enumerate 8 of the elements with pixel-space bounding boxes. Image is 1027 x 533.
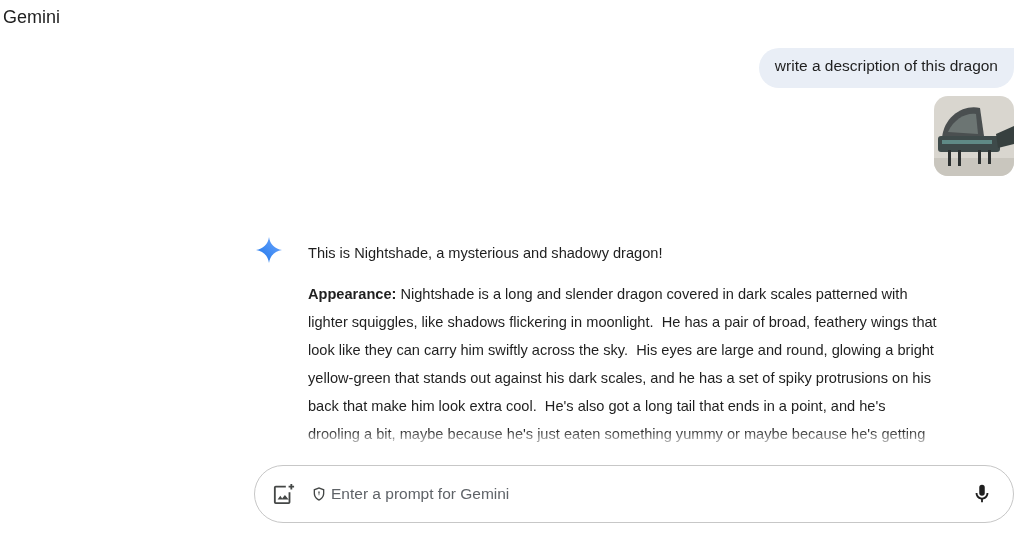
app-title: Gemini: [2, 6, 61, 29]
shield-icon: [311, 486, 327, 502]
response-paragraph: Appearance: Nightshade is a long and slender dragon covered in dark scales patterned with lighter squiggles, like shadows flickering in moonlight. He has a pair of broad, feathery wings that look like they can carry him swiftly across the sky. His eyes are large and round, glowing a bright yellow-green that stands out against his dark scales, and he has a set of spiky protrusions on his back that make him look extra cool. He's also got a long tail that ends in a point, and he's drooling a bit, maybe because he's just eaten something yummy or maybe because he's getting: [308, 285, 938, 444]
prompt-bar[interactable]: Enter a prompt for Gemini: [254, 465, 1014, 523]
user-message: write a description of this dragon: [758, 48, 1014, 88]
add-image-icon[interactable]: [273, 483, 295, 505]
response-intro: This is Nightshade, a mysterious and shadowy dragon!: [308, 244, 664, 263]
sparkle-icon: [256, 237, 282, 263]
